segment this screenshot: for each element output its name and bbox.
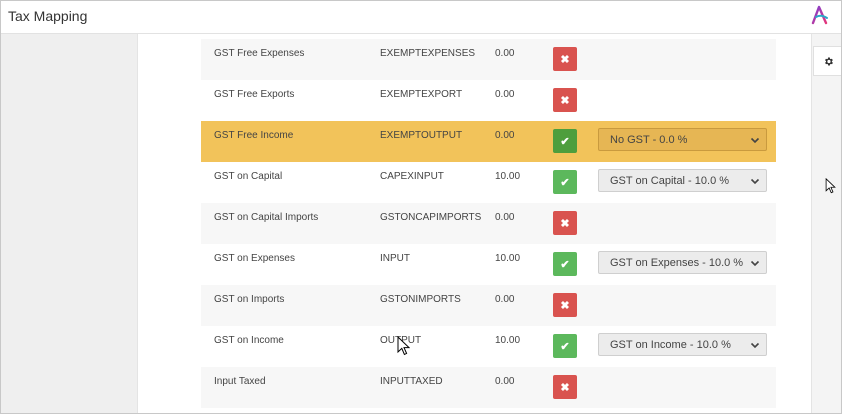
tax-name: GST Free Expenses: [214, 48, 305, 59]
close-icon: ✖: [560, 381, 570, 394]
select-value: No GST - 0.0 %: [610, 134, 688, 146]
tax-code: EXEMPTEXPENSES: [380, 48, 476, 59]
check-icon: ✔: [560, 258, 570, 271]
mapped-status-button[interactable]: ✔: [553, 252, 577, 276]
table-row: GST on Capital Imports GSTONCAPIMPORTS 0…: [201, 203, 776, 244]
title-bar: Tax Mapping: [1, 1, 841, 34]
mouse-cursor-icon: [825, 178, 836, 194]
table-row: GST Free Exports EXEMPTEXPORT 0.00 ✖: [201, 80, 776, 121]
unmapped-status-button[interactable]: ✖: [553, 47, 577, 71]
check-icon: ✔: [560, 176, 570, 189]
table-row-highlighted: GST Free Income EXEMPTOUTPUT 0.00 ✔ No G…: [201, 121, 776, 162]
tax-rate: 10.00: [495, 171, 521, 182]
tax-rate: 0.00: [495, 294, 515, 305]
tax-rate: 0.00: [495, 130, 515, 141]
tax-code: EXEMPTOUTPUT: [380, 130, 463, 141]
table-row: GST on Capital CAPEXINPUT 10.00 ✔ GST on…: [201, 162, 776, 203]
check-icon: ✔: [560, 135, 570, 148]
tax-rate: 0.00: [495, 212, 515, 223]
chevron-down-icon: [750, 137, 760, 144]
tax-name: GST Free Exports: [214, 89, 295, 100]
app-window: Tax Mapping GST Free Expenses EXEMPTEXPE…: [0, 0, 842, 414]
left-panel: [1, 34, 138, 413]
tax-name: GST on Expenses: [214, 253, 295, 264]
tax-rate-select[interactable]: GST on Income - 10.0 %: [598, 333, 767, 356]
mouse-cursor-icon: [397, 336, 410, 356]
chevron-down-icon: [750, 342, 760, 349]
chevron-down-icon: [750, 260, 760, 267]
tax-code: EXEMPTEXPORT: [380, 89, 463, 100]
tax-rate: 10.00: [495, 253, 521, 264]
settings-button[interactable]: [813, 46, 841, 76]
select-value: GST on Capital - 10.0 %: [610, 175, 730, 187]
chevron-down-icon: [750, 178, 760, 185]
mapped-status-button[interactable]: ✔: [553, 170, 577, 194]
tax-name: GST on Capital Imports: [214, 212, 319, 223]
tax-name: GST on Income: [214, 335, 284, 346]
tax-rate: 0.00: [495, 376, 515, 387]
table-row: GST on Imports GSTONIMPORTS 0.00 ✖: [201, 285, 776, 326]
tax-code: CAPEXINPUT: [380, 171, 444, 182]
tax-rate: 10.00: [495, 335, 521, 346]
close-icon: ✖: [560, 217, 570, 230]
stylized-a-logo-icon: [811, 5, 828, 25]
tax-rate: 0.00: [495, 48, 515, 59]
close-icon: ✖: [560, 299, 570, 312]
table-row: GST on Income OUTPUT 10.00 ✔ GST on Inco…: [201, 326, 776, 367]
table-row: GST Free Expenses EXEMPTEXPENSES 0.00 ✖: [201, 39, 776, 80]
mapped-status-button[interactable]: ✔: [553, 129, 577, 153]
table-row: Input Taxed INPUTTAXED 0.00 ✖: [201, 367, 776, 408]
unmapped-status-button[interactable]: ✖: [553, 211, 577, 235]
select-value: GST on Expenses - 10.0 %: [610, 257, 744, 269]
close-icon: ✖: [560, 53, 570, 66]
tax-code: GSTONCAPIMPORTS: [380, 212, 482, 223]
tax-code: INPUTTAXED: [380, 376, 443, 387]
gear-icon: [824, 57, 833, 65]
unmapped-status-button[interactable]: ✖: [553, 293, 577, 317]
mapped-status-button[interactable]: ✔: [553, 334, 577, 358]
tax-code: INPUT: [380, 253, 410, 264]
tax-code: GSTONIMPORTS: [380, 294, 461, 305]
unmapped-status-button[interactable]: ✖: [553, 88, 577, 112]
select-value: GST on Income - 10.0 %: [610, 339, 731, 351]
close-icon: ✖: [560, 94, 570, 107]
tax-name: Input Taxed: [214, 376, 266, 387]
tax-rate: 0.00: [495, 89, 515, 100]
tax-name: GST on Capital: [214, 171, 283, 182]
tax-name: GST on Imports: [214, 294, 285, 305]
check-icon: ✔: [560, 340, 570, 353]
tax-name: GST Free Income: [214, 130, 294, 141]
table-row: GST on Expenses INPUT 10.00 ✔ GST on Exp…: [201, 244, 776, 285]
right-rail: [811, 34, 841, 413]
tax-rate-select[interactable]: GST on Expenses - 10.0 %: [598, 251, 767, 274]
tax-rate-select[interactable]: GST on Capital - 10.0 %: [598, 169, 767, 192]
tax-mapping-list: GST Free Expenses EXEMPTEXPENSES 0.00 ✖ …: [138, 34, 811, 413]
page-title: Tax Mapping: [8, 8, 88, 24]
tax-rate-select[interactable]: No GST - 0.0 %: [598, 128, 767, 151]
unmapped-status-button[interactable]: ✖: [553, 375, 577, 399]
